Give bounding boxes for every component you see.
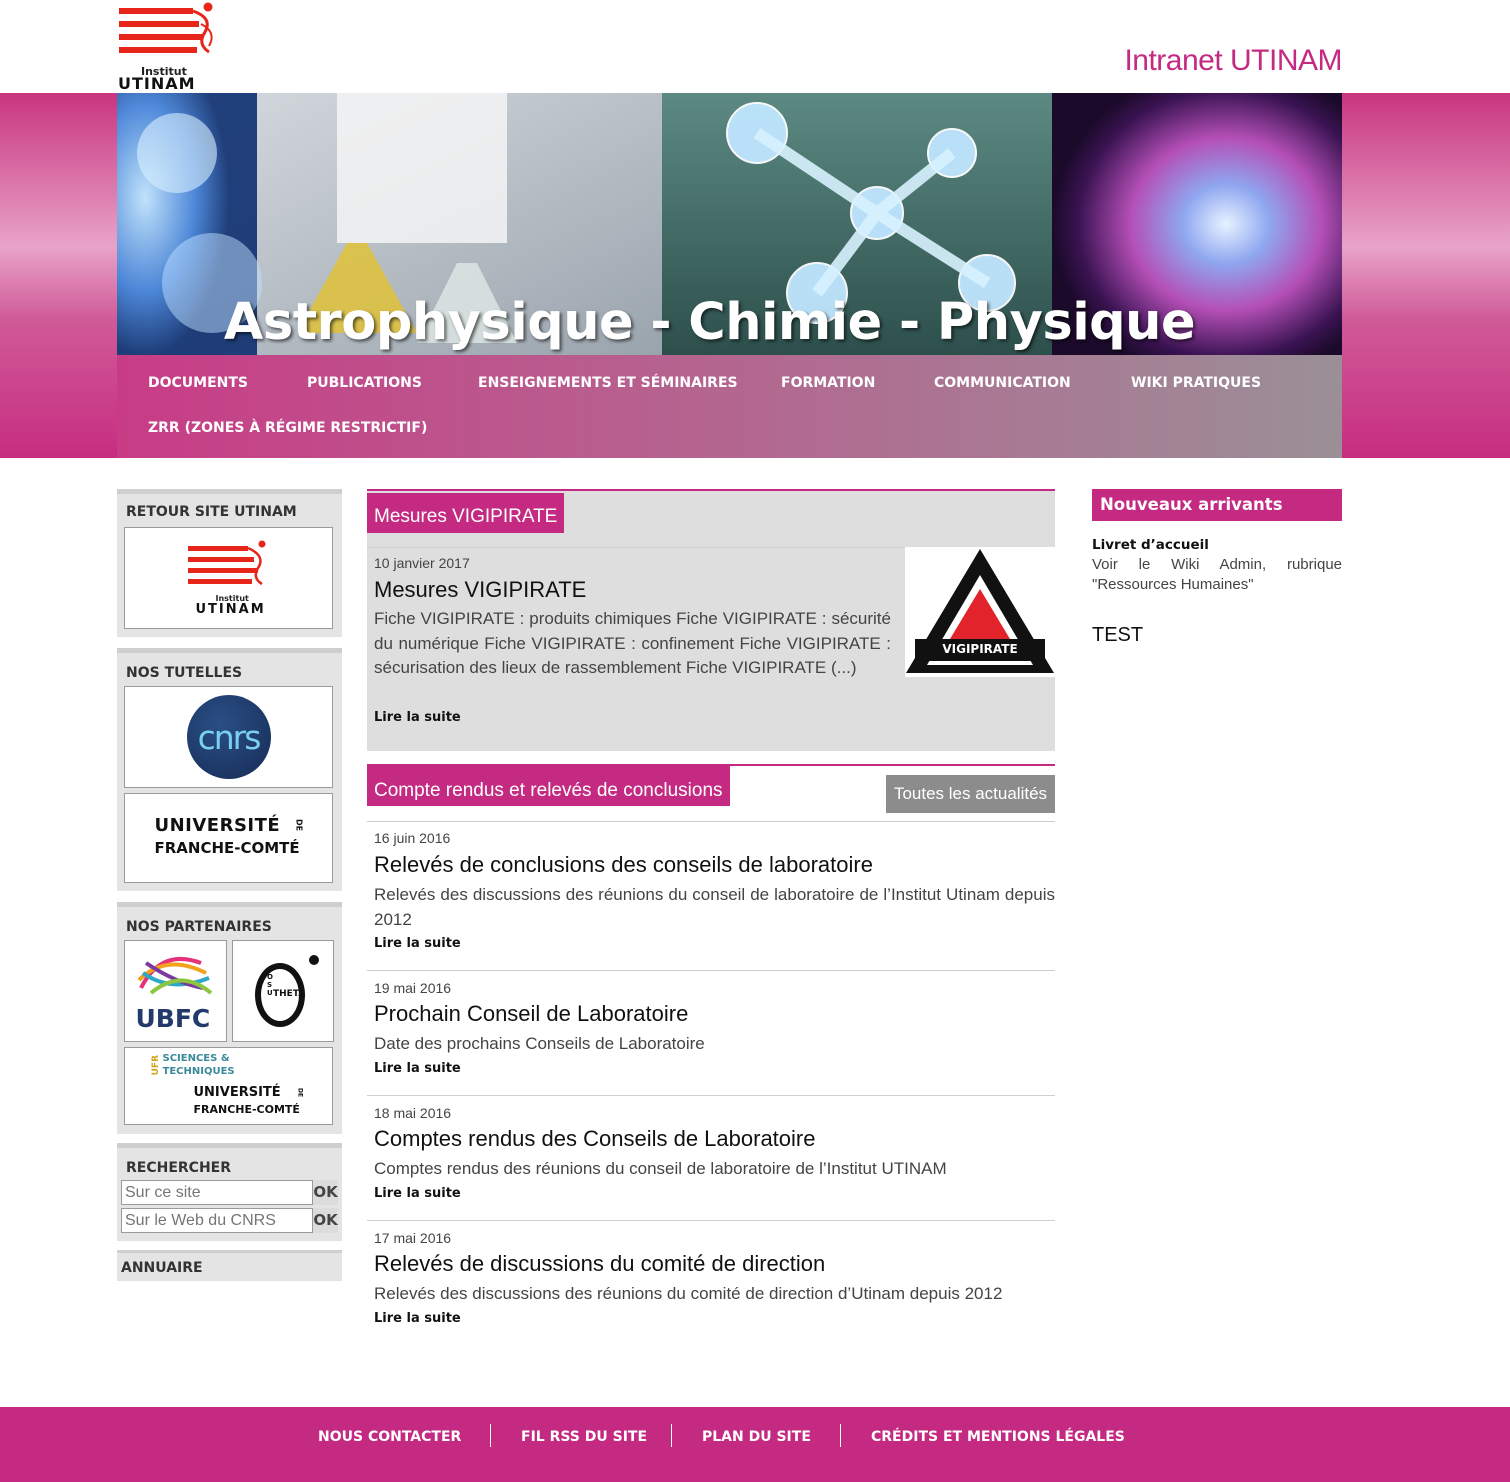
footer-sitemap-link[interactable]: PLAN DU SITE — [702, 1429, 811, 1445]
partenaires-box: NOS PARTENAIRES UBFC O S U THETA UFR SCI… — [117, 902, 342, 1134]
site-footer: NOUS CONTACTER FIL RSS DU SITE PLAN DU S… — [0, 1407, 1510, 1482]
article-date: 16 juin 2016 — [374, 830, 451, 846]
annuaire-box[interactable]: ANNUAIRE — [117, 1250, 342, 1281]
article-date: 18 mai 2016 — [374, 1105, 452, 1121]
vigipirate-text: Fiche VIGIPIRATE : produits chimiques Fi… — [374, 609, 891, 677]
ufc-card[interactable]: UNIVERSITÉ DE FRANCHE-COMTÉ — [124, 793, 333, 883]
article-title[interactable]: Comptes rendus des Conseils de Laboratoi… — [374, 1126, 815, 1152]
nav-zrr[interactable]: ZRR (ZONES À RÉGIME RESTRICTIF) — [148, 420, 427, 436]
ufr-st-logo: UFR SCIENCES & TECHNIQUES UNIVERSITÉ DE … — [149, 1051, 309, 1121]
livret-title[interactable]: Livret d’accueil — [1092, 537, 1209, 553]
article-text: Date des prochains Conseils de Laboratoi… — [374, 1034, 705, 1053]
footer-credits-link[interactable]: CRÉDITS ET MENTIONS LÉGALES — [871, 1429, 1125, 1445]
nouveaux-arrivants-head[interactable]: Nouveaux arrivants — [1092, 489, 1342, 521]
ubfc-card[interactable]: UBFC — [124, 940, 227, 1042]
rechercher-box: RECHERCHER OK OK — [117, 1143, 342, 1241]
ufr-logo-line1: SCIENCES & — [162, 1053, 230, 1064]
article-date: 19 mai 2016 — [374, 980, 452, 996]
nav-documents[interactable]: DOCUMENTS — [148, 375, 248, 391]
theta-dot — [309, 955, 319, 965]
theta-card[interactable]: O S U THETA — [232, 940, 334, 1042]
cnrs-logo: cnrs — [186, 695, 271, 779]
article-title[interactable]: Prochain Conseil de Laboratoire — [374, 1001, 688, 1027]
nav-publications[interactable]: PUBLICATIONS — [307, 375, 422, 391]
comptes-divider — [367, 821, 1055, 822]
article-date: 17 mai 2016 — [374, 1230, 452, 1246]
ufr-ufc-de: DE — [296, 1088, 304, 1098]
rechercher-title: RECHERCHER — [126, 1160, 232, 1176]
article-title[interactable]: Relevés de discussions du comité de dire… — [374, 1251, 825, 1277]
ufc-logo-line2: FRANCHE-COMTÉ — [154, 839, 300, 857]
all-news-button[interactable]: Toutes les actualités — [886, 775, 1055, 813]
cnrs-card[interactable]: cnrs — [124, 686, 333, 788]
partenaires-title: NOS PARTENAIRES — [126, 919, 272, 935]
article-separator — [367, 1220, 1055, 1221]
nav-formation[interactable]: FORMATION — [781, 375, 875, 391]
tutelles-box: NOS TUTELLES cnrs UNIVERSITÉ DE FRANCHE-… — [117, 648, 342, 891]
ufc-logo-de: DE — [294, 819, 304, 832]
ufr-ufc-line2: FRANCHE-COMTÉ — [193, 1103, 300, 1116]
ubfc-logo-text: UBFC — [135, 1004, 211, 1033]
logo-utinam-text: UTINAM — [118, 74, 196, 93]
article-read-more[interactable]: Lire la suite — [374, 936, 461, 951]
livret-text: Voir le Wiki Admin, rubrique "Ressources… — [1092, 556, 1342, 593]
vigipirate-image[interactable]: VIGIPIRATE — [905, 547, 1055, 677]
site-header: Institut UTINAM Intranet UTINAM — [0, 0, 1510, 93]
vigipirate-logo-label: VIGIPIRATE — [942, 642, 1018, 656]
article-separator — [367, 1095, 1055, 1096]
article-title[interactable]: Relevés de conclusions des conseils de l… — [374, 852, 873, 878]
ufr-ufc-line1: UNIVERSITÉ — [193, 1085, 281, 1100]
footer-separator — [490, 1424, 491, 1447]
article-read-more[interactable]: Lire la suite — [374, 1186, 461, 1201]
utinam-small-logo: Institut UTINAM — [184, 538, 274, 618]
vigipirate-tab[interactable]: Mesures VIGIPIRATE — [367, 493, 565, 533]
search-cnrs-input[interactable] — [121, 1208, 313, 1233]
ufr-logo-line2: TECHNIQUES — [162, 1066, 235, 1077]
comptes-tab[interactable]: Compte rendus et relevés de conclusions — [367, 766, 730, 806]
nav-enseignements[interactable]: ENSEIGNEMENTS ET SÉMINAIRES — [478, 375, 738, 391]
footer-separator — [840, 1424, 841, 1447]
article-text: Relevés des discussions des réunions du … — [374, 885, 1055, 929]
main-nav: DOCUMENTS PUBLICATIONS ENSEIGNEMENTS ET … — [117, 355, 1342, 458]
vigipirate-date: 10 janvier 2017 — [374, 555, 470, 571]
search-cnrs-ok-button[interactable]: OK — [313, 1208, 338, 1233]
vigipirate-read-more[interactable]: Lire la suite — [374, 710, 461, 725]
nav-wiki-pratiques[interactable]: WIKI PRATIQUES — [1131, 375, 1261, 391]
theta-logo: O S U THETA — [243, 951, 323, 1031]
tutelles-title: NOS TUTELLES — [126, 665, 243, 681]
nav-communication[interactable]: COMMUNICATION — [934, 375, 1071, 391]
article-read-more[interactable]: Lire la suite — [374, 1061, 461, 1076]
banner-title: Astrophysique - Chimie - Physique — [223, 293, 1196, 352]
cnrs-logo-text: cnrs — [197, 717, 262, 757]
small-logo-utinam: UTINAM — [195, 602, 266, 617]
article-separator — [367, 970, 1055, 971]
article-text: Relevés des discussions des réunions du … — [374, 1284, 1003, 1303]
banner: Astrophysique - Chimie - Physique — [117, 93, 1342, 355]
article-read-more[interactable]: Lire la suite — [374, 1311, 461, 1326]
utinam-logo[interactable]: Institut UTINAM — [117, 2, 221, 93]
ufc-logo-line1: UNIVERSITÉ — [154, 815, 281, 836]
search-site-input[interactable] — [121, 1180, 313, 1205]
retour-title: RETOUR SITE UTINAM — [126, 504, 297, 520]
retour-box: RETOUR SITE UTINAM Institut UTINAM — [117, 489, 342, 637]
article-text: Comptes rendus des réunions du conseil d… — [374, 1159, 947, 1178]
utinam-link-card[interactable]: Institut UTINAM — [124, 527, 333, 629]
annuaire-link[interactable]: ANNUAIRE — [121, 1260, 203, 1276]
search-site-ok-button[interactable]: OK — [313, 1180, 338, 1205]
test-text: TEST — [1092, 624, 1144, 646]
ufr-st-card[interactable]: UFR SCIENCES & TECHNIQUES UNIVERSITÉ DE … — [124, 1047, 333, 1125]
footer-rss-link[interactable]: FIL RSS DU SITE — [521, 1429, 647, 1445]
ufr-logo-ufr: UFR — [150, 1055, 161, 1076]
footer-contact-link[interactable]: NOUS CONTACTER — [318, 1429, 461, 1445]
vigipirate-title[interactable]: Mesures VIGIPIRATE — [374, 577, 586, 603]
site-title[interactable]: Intranet UTINAM — [1124, 44, 1342, 78]
theta-text: THETA — [273, 989, 306, 999]
ubfc-logo: UBFC — [131, 946, 221, 1036]
ufc-logo: UNIVERSITÉ DE FRANCHE-COMTÉ — [149, 813, 309, 863]
footer-separator — [671, 1424, 672, 1447]
